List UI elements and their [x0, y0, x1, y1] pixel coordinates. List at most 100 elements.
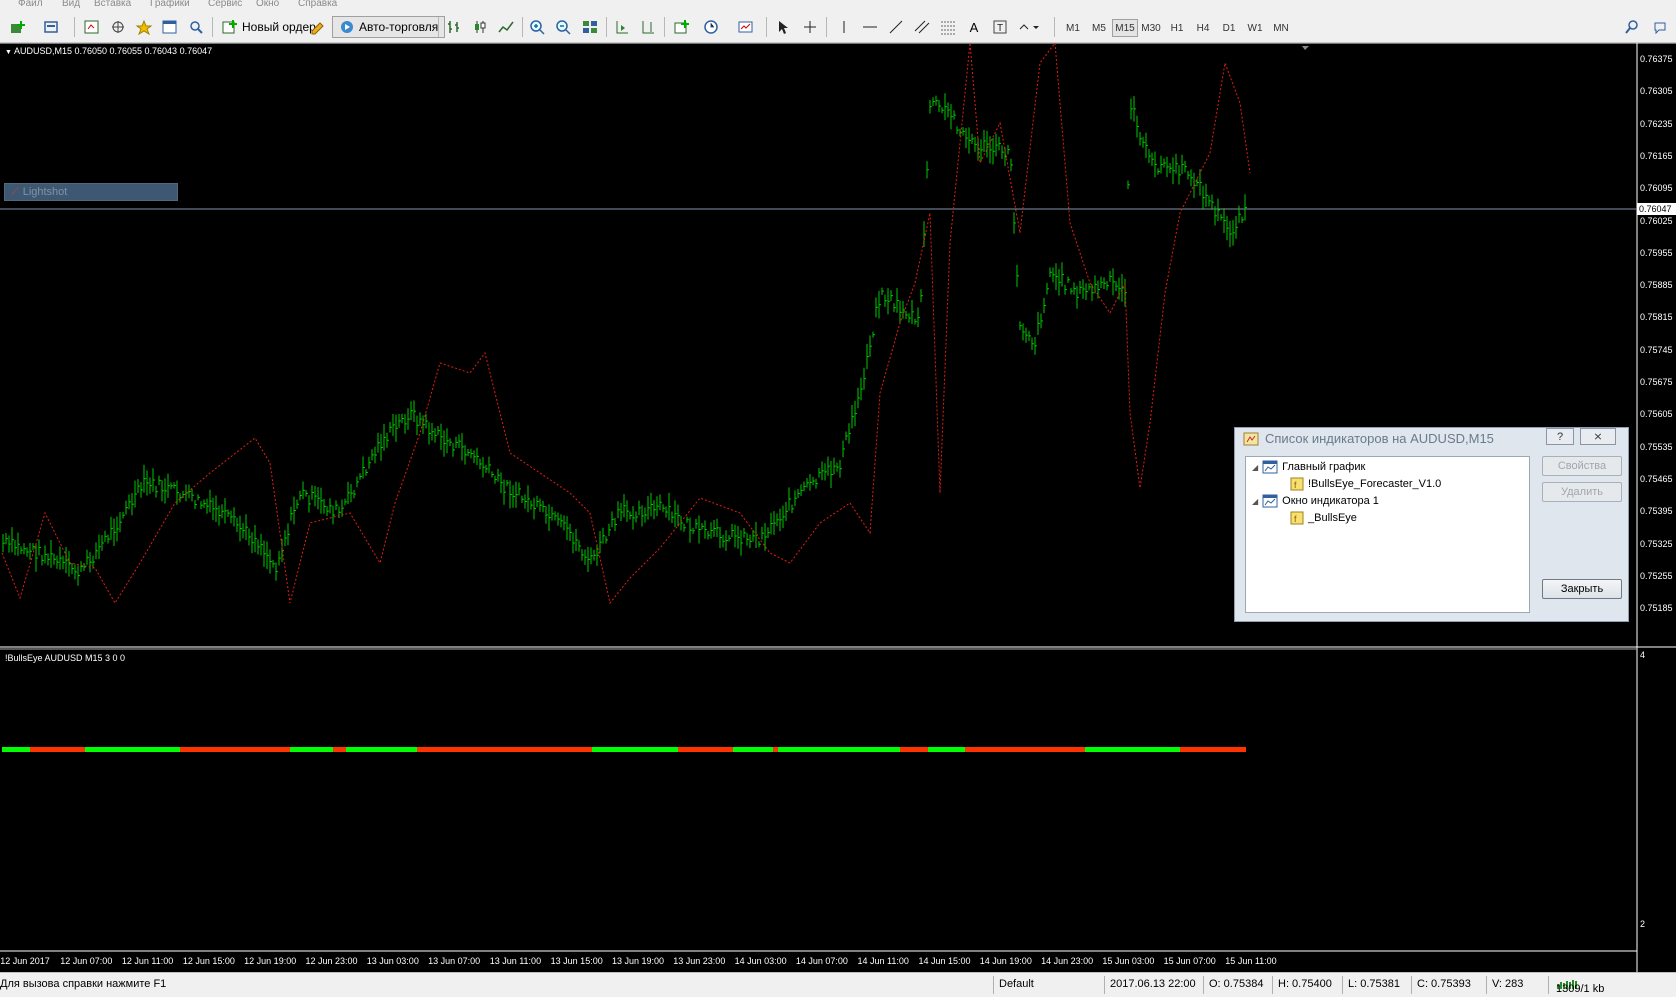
favorites-icon[interactable] — [132, 16, 156, 38]
timeframe-m15[interactable]: M15 — [1112, 19, 1138, 37]
chart-header-text: AUDUSD,M15 0.76050 0.76055 0.76043 0.760… — [13, 46, 213, 56]
new-chart-icon[interactable] — [6, 16, 30, 38]
time-axis-label: 12 Jun 23:00 — [305, 956, 358, 966]
bar-chart-icon[interactable] — [442, 16, 466, 38]
fibonacci-icon[interactable] — [936, 16, 960, 38]
subwindow-axis-min: 2 — [1640, 919, 1646, 929]
histogram-segment-bear — [900, 747, 928, 752]
zoom-in-icon[interactable] — [526, 16, 550, 38]
market-watch-icon[interactable] — [80, 16, 104, 38]
histogram-segment-bear — [30, 747, 85, 752]
timeframe-h1[interactable]: H1 — [1164, 19, 1190, 37]
tester-icon[interactable] — [184, 16, 208, 38]
time-axis-label: 14 Jun 11:00 — [857, 956, 909, 966]
histogram-segment-bear — [965, 747, 1085, 752]
chart-window-icon — [1262, 460, 1278, 474]
lightshot-overlay: ⟋ Lightshot — [4, 183, 178, 201]
tree-item-label: !BullsEye_Forecaster_V1.0 — [1308, 478, 1442, 490]
delete-button[interactable]: Удалить — [1542, 482, 1622, 502]
metaeditor-icon[interactable] — [306, 16, 330, 38]
timeframe-d1[interactable]: D1 — [1216, 19, 1242, 37]
price-axis-label: 0.76165 — [1640, 150, 1673, 161]
histogram-segment-bear — [773, 747, 778, 752]
histogram-segment-bear — [678, 747, 733, 752]
price-axis-label: 0.75395 — [1640, 506, 1673, 517]
chart-shift-marker — [1302, 46, 1309, 50]
line-chart-icon[interactable] — [494, 16, 518, 38]
menu-tools[interactable]: Сервис — [208, 0, 242, 9]
menu-bar: Файл Вид Вставка Графики Сервис Окно Спр… — [0, 0, 1676, 12]
tree-item-forecaster[interactable]: f !BullsEye_Forecaster_V1.0 — [1290, 477, 1441, 491]
crosshair-icon[interactable] — [798, 16, 822, 38]
chart-menu-arrow-icon[interactable]: ▼ — [5, 49, 12, 56]
horizontal-line-icon[interactable] — [858, 16, 882, 38]
candlestick-icon[interactable] — [468, 16, 492, 38]
time-axis-label: 13 Jun 15:00 — [550, 956, 603, 966]
menu-charts[interactable]: Графики — [150, 0, 190, 9]
tree-item-label: Окно индикатора 1 — [1282, 495, 1379, 507]
price-axis-label: 0.75185 — [1640, 603, 1673, 614]
indicator-file-icon: f — [1290, 511, 1304, 525]
status-datetime: 2017.06.13 22:00 — [1110, 978, 1196, 990]
chart-shift-icon[interactable] — [636, 16, 660, 38]
periods-icon[interactable] — [700, 16, 724, 38]
lightshot-label: Lightshot — [22, 186, 68, 198]
menu-insert[interactable]: Вставка — [94, 0, 131, 9]
timeframe-w1[interactable]: W1 — [1242, 19, 1268, 37]
time-axis-label: 13 Jun 23:00 — [673, 956, 726, 966]
indicator-file-icon: f — [1290, 477, 1304, 491]
menu-file[interactable]: Файл — [18, 0, 43, 9]
timeframe-m1[interactable]: M1 — [1060, 19, 1086, 37]
community-icon[interactable] — [1648, 16, 1672, 38]
menu-window[interactable]: Окно — [256, 0, 279, 9]
text-label-icon[interactable]: T — [988, 16, 1012, 38]
indicator-tree[interactable]: ◢ Главный график f !BullsEye_Forecaster_… — [1245, 456, 1530, 613]
properties-button[interactable]: Свойства — [1542, 456, 1622, 476]
collapse-icon[interactable]: ◢ — [1252, 497, 1258, 506]
search-icon[interactable] — [1620, 16, 1644, 38]
profiles-icon[interactable] — [40, 16, 64, 38]
terminal-icon[interactable] — [158, 16, 182, 38]
trendline-icon[interactable] — [884, 16, 908, 38]
time-axis-label: 14 Jun 23:00 — [1041, 956, 1094, 966]
auto-trading-button[interactable]: Авто-торговля — [332, 16, 446, 38]
arrows-icon[interactable] — [1016, 16, 1040, 38]
tile-windows-icon[interactable] — [578, 16, 602, 38]
collapse-icon[interactable]: ◢ — [1252, 463, 1258, 472]
time-axis-label: 15 Jun 07:00 — [1163, 956, 1216, 966]
time-axis-label: 15 Jun 11:00 — [1225, 956, 1277, 966]
price-axis-label: 0.75885 — [1640, 280, 1673, 291]
close-button[interactable]: Закрыть — [1542, 579, 1622, 599]
time-axis-label: 12 Jun 19:00 — [244, 956, 297, 966]
tree-item-indicator-window[interactable]: ◢ Окно индикатора 1 — [1252, 494, 1379, 508]
price-axis-label: 0.75255 — [1640, 570, 1673, 581]
vertical-line-icon[interactable] — [832, 16, 856, 38]
toolbar: Новый ордер Авто-торговля A T M1 M5 M15 … — [0, 12, 1676, 43]
subwindow-axis-max: 4 — [1640, 650, 1646, 660]
cursor-icon[interactable] — [772, 16, 796, 38]
navigator-icon[interactable] — [106, 16, 130, 38]
templates-icon[interactable] — [734, 16, 758, 38]
dialog-close-x-button[interactable]: ⨯ — [1580, 428, 1616, 445]
indicators-icon[interactable] — [670, 16, 694, 38]
histogram-segment-bull — [290, 747, 333, 752]
timeframe-m5[interactable]: M5 — [1086, 19, 1112, 37]
chart-header: ▼ AUDUSD,M15 0.76050 0.76055 0.76043 0.7… — [5, 46, 212, 56]
timeframe-mn[interactable]: MN — [1268, 19, 1294, 37]
tree-item-main-chart[interactable]: ◢ Главный график — [1252, 460, 1365, 474]
equidistant-channel-icon[interactable] — [910, 16, 934, 38]
timeframe-m30[interactable]: M30 — [1138, 19, 1164, 37]
time-axis-label: 13 Jun 11:00 — [489, 956, 542, 966]
status-connection[interactable]: 1309/1 kb — [1556, 978, 1604, 995]
time-axis-label: 14 Jun 03:00 — [734, 956, 787, 966]
menu-help[interactable]: Справка — [298, 0, 337, 9]
help-button[interactable]: ? — [1546, 428, 1574, 445]
histogram-segment-bull — [346, 747, 417, 752]
zoom-out-icon[interactable] — [552, 16, 576, 38]
menu-view[interactable]: Вид — [62, 0, 80, 9]
timeframe-h4[interactable]: H4 — [1190, 19, 1216, 37]
tree-item-bullseye[interactable]: f _BullsEye — [1290, 511, 1357, 525]
auto-scroll-icon[interactable] — [610, 16, 634, 38]
text-icon[interactable]: A — [962, 16, 986, 38]
histogram-segment-bear — [417, 747, 592, 752]
